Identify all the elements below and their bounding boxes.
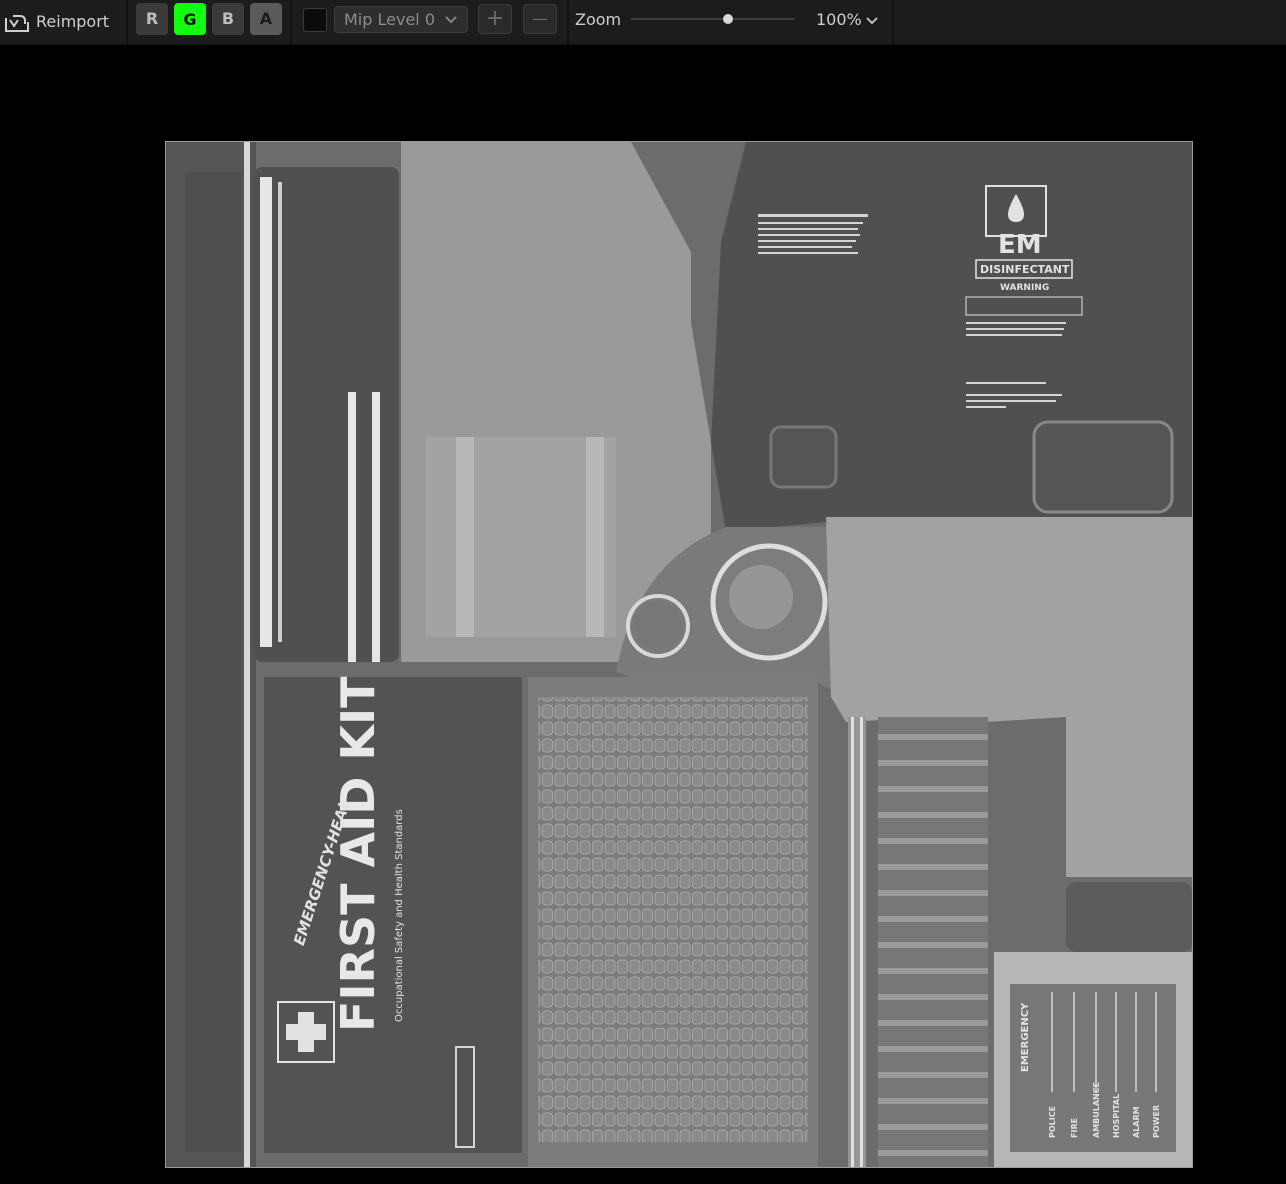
emergency-item: POWER xyxy=(1152,1104,1161,1138)
minus-icon: — xyxy=(532,9,548,28)
channel-g-button[interactable]: G xyxy=(174,3,206,35)
plus-icon: + xyxy=(485,6,505,31)
disinfectant-label: DISINFECTANT xyxy=(980,263,1070,276)
toolbar-divider xyxy=(567,0,569,44)
channel-a-button[interactable]: A xyxy=(250,3,282,35)
reimport-label: Reimport xyxy=(36,11,110,31)
reimport-button[interactable]: Reimport xyxy=(4,6,109,36)
mip-level-dropdown[interactable]: Mip Level 0 xyxy=(334,6,468,33)
kit-subtitle: Occupational Safety and Health Standards xyxy=(394,809,405,1022)
chevron-down-icon xyxy=(445,7,457,39)
emergency-item: AMBULANCE xyxy=(1092,1081,1101,1138)
mip-level-value: Mip Level 0 xyxy=(344,10,435,29)
mip-increase-button[interactable]: + xyxy=(478,4,512,34)
toolbar-divider xyxy=(290,0,292,44)
emergency-item: HOSPITAL xyxy=(1112,1093,1121,1138)
emergency-label: EMERGENCY xyxy=(1020,1002,1031,1072)
zoom-slider[interactable] xyxy=(631,18,795,20)
warning-label: WARNING xyxy=(1000,283,1050,293)
kit-title: FIRST AID KIT xyxy=(331,676,385,1032)
channel-b-button[interactable]: B xyxy=(212,3,244,35)
emergency-item: FIRE xyxy=(1070,1117,1079,1138)
texture-image xyxy=(166,142,1192,1167)
channel-r-button[interactable]: R xyxy=(136,3,168,35)
texture-editor-toolbar: Reimport R G B A Mip Level 0 + — Zoom 10… xyxy=(0,0,1286,45)
texture-preview: FIRST AID KIT Occupational Safety and He… xyxy=(165,141,1193,1168)
zoom-label: Zoom xyxy=(575,10,622,29)
zoom-value-dropdown[interactable]: 100% xyxy=(816,10,878,29)
background-color-swatch[interactable] xyxy=(303,8,327,32)
mip-decrease-button[interactable]: — xyxy=(523,4,557,34)
reimport-icon xyxy=(5,15,29,32)
chevron-down-icon xyxy=(866,16,878,24)
toolbar-divider xyxy=(892,0,894,44)
emergency-item: POLICE xyxy=(1048,1105,1057,1138)
emergency-item: ALARM xyxy=(1132,1106,1141,1138)
zoom-slider-thumb[interactable] xyxy=(723,14,733,24)
disinfectant-logo: EM xyxy=(998,230,1042,260)
zoom-value: 100% xyxy=(816,10,862,29)
toolbar-divider xyxy=(126,0,128,44)
